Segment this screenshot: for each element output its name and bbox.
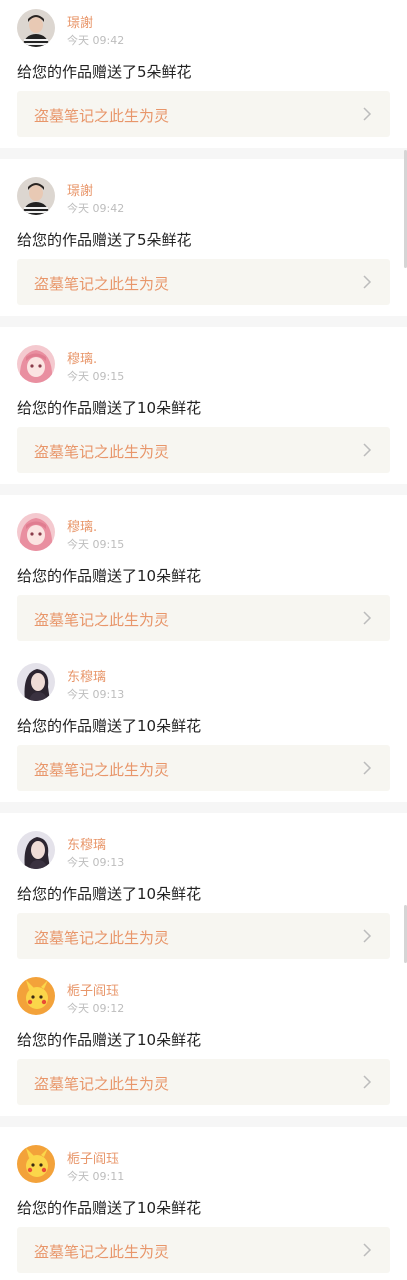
work-link[interactable]: 盗墓笔记之此生为灵 — [17, 1059, 390, 1105]
notification-card: 栀子阎珏 今天 09:12 给您的作品赠送了10朵鲜花 盗墓笔记之此生为灵 — [0, 968, 407, 1116]
work-title: 盗墓笔记之此生为灵 — [34, 611, 170, 629]
gift-message: 给您的作品赠送了10朵鲜花 — [17, 567, 202, 585]
username[interactable]: 栀子阎珏 — [67, 980, 119, 999]
avatar-dark-hair-girl-icon — [17, 663, 55, 701]
timestamp: 今天 09:13 — [67, 856, 125, 869]
gift-message: 给您的作品赠送了5朵鲜花 — [17, 63, 192, 81]
chevron-right-icon — [360, 1243, 374, 1257]
chevron-right-icon — [360, 443, 374, 457]
chevron-right-icon — [360, 761, 374, 775]
avatar[interactable] — [17, 663, 55, 701]
notification-card: 穆璃. 今天 09:15 给您的作品赠送了10朵鲜花 盗墓笔记之此生为灵 — [0, 336, 407, 484]
separator — [0, 1116, 407, 1127]
notification-card: 东穆璃 今天 09:13 给您的作品赠送了10朵鲜花 盗墓笔记之此生为灵 — [0, 654, 407, 802]
timestamp: 今天 09:42 — [67, 34, 125, 47]
avatar-pink-anime-icon — [17, 513, 55, 551]
work-link[interactable]: 盗墓笔记之此生为灵 — [17, 91, 390, 137]
timestamp: 今天 09:42 — [67, 202, 125, 215]
timestamp: 今天 09:12 — [67, 1002, 125, 1015]
notification-feed: 璟謝 今天 09:42 给您的作品赠送了5朵鲜花 盗墓笔记之此生为灵 璟謝 今天… — [0, 0, 407, 1280]
chevron-right-icon — [360, 275, 374, 289]
notification-card: 东穆璃 今天 09:13 给您的作品赠送了10朵鲜花 盗墓笔记之此生为灵 — [0, 822, 407, 960]
notification-card: 栀子阎珏 今天 09:11 给您的作品赠送了10朵鲜花 盗墓笔记之此生为灵 — [0, 1136, 407, 1280]
work-title: 盗墓笔记之此生为灵 — [34, 761, 170, 779]
separator — [0, 802, 407, 813]
chevron-right-icon — [360, 929, 374, 943]
work-link[interactable]: 盗墓笔记之此生为灵 — [17, 745, 390, 791]
avatar[interactable] — [17, 513, 55, 551]
chevron-right-icon — [360, 1075, 374, 1089]
username[interactable]: 栀子阎珏 — [67, 1148, 119, 1167]
work-title: 盗墓笔记之此生为灵 — [34, 275, 170, 293]
work-link[interactable]: 盗墓笔记之此生为灵 — [17, 595, 390, 641]
notification-card: 璟謝 今天 09:42 给您的作品赠送了5朵鲜花 盗墓笔记之此生为灵 — [0, 168, 407, 316]
username[interactable]: 东穆璃 — [67, 666, 106, 685]
separator — [0, 148, 407, 159]
gift-message: 给您的作品赠送了10朵鲜花 — [17, 399, 202, 417]
separator — [0, 484, 407, 495]
timestamp: 今天 09:13 — [67, 688, 125, 701]
gift-message: 给您的作品赠送了10朵鲜花 — [17, 885, 202, 903]
chevron-right-icon — [360, 611, 374, 625]
username[interactable]: 璟謝 — [67, 12, 93, 31]
avatar[interactable] — [17, 177, 55, 215]
work-title: 盗墓笔记之此生为灵 — [34, 1075, 170, 1093]
work-title: 盗墓笔记之此生为灵 — [34, 929, 170, 947]
avatar-pink-anime-icon — [17, 345, 55, 383]
work-link[interactable]: 盗墓笔记之此生为灵 — [17, 427, 390, 473]
gift-message: 给您的作品赠送了10朵鲜花 — [17, 1031, 202, 1049]
chevron-right-icon — [360, 107, 374, 121]
work-link[interactable]: 盗墓笔记之此生为灵 — [17, 913, 390, 959]
work-title: 盗墓笔记之此生为灵 — [34, 1243, 170, 1261]
username[interactable]: 穆璃. — [67, 516, 97, 535]
gift-message: 给您的作品赠送了10朵鲜花 — [17, 717, 202, 735]
timestamp: 今天 09:11 — [67, 1170, 125, 1183]
notification-card: 穆璃. 今天 09:15 给您的作品赠送了10朵鲜花 盗墓笔记之此生为灵 — [0, 504, 407, 652]
separator — [0, 316, 407, 327]
avatar[interactable] — [17, 345, 55, 383]
avatar-yellow-cartoon-icon — [17, 1145, 55, 1183]
work-title: 盗墓笔记之此生为灵 — [34, 107, 170, 125]
avatar-dark-hair-girl-icon — [17, 831, 55, 869]
work-link[interactable]: 盗墓笔记之此生为灵 — [17, 259, 390, 305]
work-link[interactable]: 盗墓笔记之此生为灵 — [17, 1227, 390, 1273]
username[interactable]: 璟謝 — [67, 180, 93, 199]
gift-message: 给您的作品赠送了10朵鲜花 — [17, 1199, 202, 1217]
timestamp: 今天 09:15 — [67, 538, 125, 551]
avatar[interactable] — [17, 831, 55, 869]
avatar-striped-shirt-icon — [17, 9, 55, 47]
timestamp: 今天 09:15 — [67, 370, 125, 383]
username[interactable]: 穆璃. — [67, 348, 97, 367]
avatar[interactable] — [17, 9, 55, 47]
avatar-yellow-cartoon-icon — [17, 977, 55, 1015]
avatar[interactable] — [17, 1145, 55, 1183]
work-title: 盗墓笔记之此生为灵 — [34, 443, 170, 461]
avatar[interactable] — [17, 977, 55, 1015]
avatar-striped-shirt-icon — [17, 177, 55, 215]
username[interactable]: 东穆璃 — [67, 834, 106, 853]
gift-message: 给您的作品赠送了5朵鲜花 — [17, 231, 192, 249]
notification-card: 璟謝 今天 09:42 给您的作品赠送了5朵鲜花 盗墓笔记之此生为灵 — [0, 0, 407, 148]
